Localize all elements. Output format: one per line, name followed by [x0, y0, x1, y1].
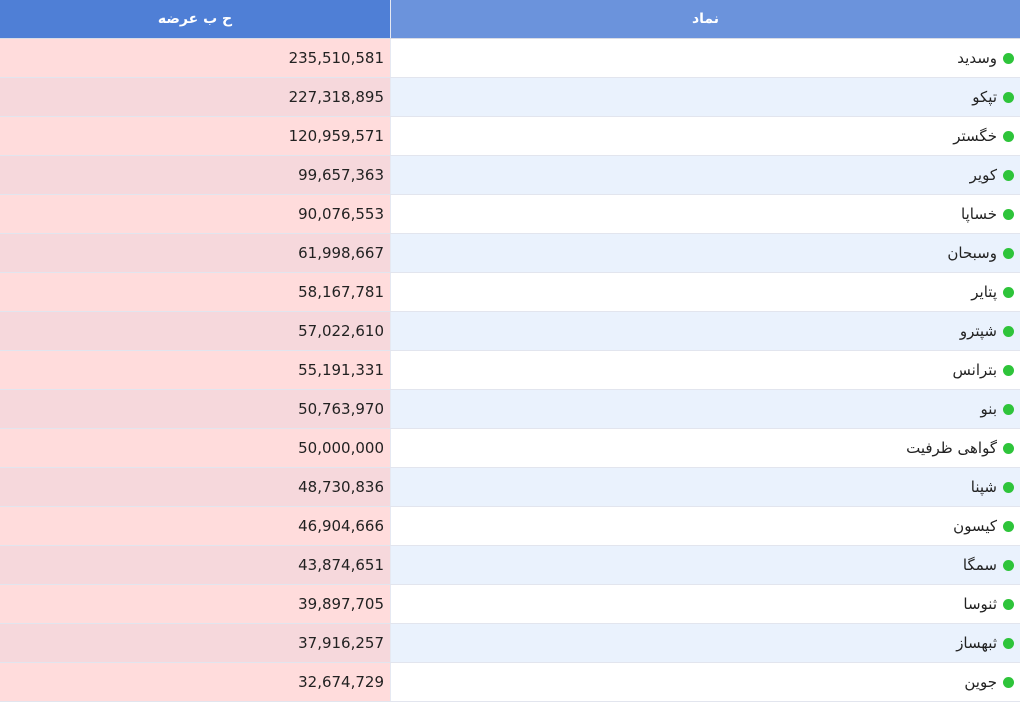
table-row[interactable]: 227,318,895 تپکو	[0, 78, 1020, 117]
table-row[interactable]: 50,763,970 بنو	[0, 390, 1020, 429]
status-dot-icon	[1003, 325, 1014, 337]
volume-cell: 90,076,553	[0, 195, 390, 233]
table-row[interactable]: 43,874,651 سمگا	[0, 546, 1020, 585]
volume-cell: 55,191,331	[0, 351, 390, 389]
table-row[interactable]: 61,998,667 وسبحان	[0, 234, 1020, 273]
status-dot-icon	[1003, 403, 1014, 415]
table-body: 235,510,581 وسدید 227,318,895 تپکو 120,959,5…	[0, 39, 1020, 702]
table-row[interactable]: 55,191,331 بترانس	[0, 351, 1020, 390]
column-header-volume[interactable]: ح ب عرضه	[0, 0, 390, 38]
volume-cell: 50,000,000	[0, 429, 390, 467]
column-header-symbol[interactable]: نماد	[390, 0, 1020, 38]
table-row[interactable]: 50,000,000 گواهی ظرفیت	[0, 429, 1020, 468]
table-header: ح ب عرضه نماد	[0, 0, 1020, 39]
volume-cell: 46,904,666	[0, 507, 390, 545]
table-row[interactable]: 46,904,666 کیسون	[0, 507, 1020, 546]
symbol-cell[interactable]: جوین	[390, 663, 1020, 701]
status-dot-icon	[1003, 247, 1014, 259]
symbol-cell[interactable]: بترانس	[390, 351, 1020, 389]
symbol-name[interactable]: ثنوسا	[963, 595, 997, 613]
table-row[interactable]: 99,657,363 کویر	[0, 156, 1020, 195]
symbol-name[interactable]: گواهی ظرفیت	[906, 439, 997, 457]
symbol-cell[interactable]: شپترو	[390, 312, 1020, 350]
symbol-name[interactable]: وسدید	[957, 49, 997, 67]
status-dot-icon	[1003, 364, 1014, 376]
table-row[interactable]: 57,022,610 شپترو	[0, 312, 1020, 351]
status-dot-icon	[1003, 91, 1014, 103]
table-row[interactable]: 58,167,781 پتایر	[0, 273, 1020, 312]
status-dot-icon	[1003, 169, 1014, 181]
symbol-name[interactable]: سمگا	[963, 556, 997, 574]
symbol-cell[interactable]: وسبحان	[390, 234, 1020, 272]
status-dot-icon	[1003, 637, 1014, 649]
table-row[interactable]: 32,674,729 جوین	[0, 663, 1020, 702]
symbol-name[interactable]: وسبحان	[947, 244, 997, 262]
symbol-cell[interactable]: خساپا	[390, 195, 1020, 233]
symbol-name[interactable]: ثبهساز	[956, 634, 997, 652]
volume-cell: 61,998,667	[0, 234, 390, 272]
volume-cell: 235,510,581	[0, 39, 390, 77]
symbol-name[interactable]: خساپا	[961, 205, 997, 223]
volume-cell: 50,763,970	[0, 390, 390, 428]
symbol-cell[interactable]: کیسون	[390, 507, 1020, 545]
symbol-cell[interactable]: بنو	[390, 390, 1020, 428]
symbol-cell[interactable]: کویر	[390, 156, 1020, 194]
volume-cell: 227,318,895	[0, 78, 390, 116]
symbol-name[interactable]: خگستر	[953, 127, 997, 145]
status-dot-icon	[1003, 559, 1014, 571]
symbol-cell[interactable]: شپنا	[390, 468, 1020, 506]
volume-cell: 32,674,729	[0, 663, 390, 701]
symbol-cell[interactable]: ثنوسا	[390, 585, 1020, 623]
volume-cell: 39,897,705	[0, 585, 390, 623]
status-dot-icon	[1003, 676, 1014, 688]
status-dot-icon	[1003, 208, 1014, 220]
symbol-name[interactable]: کیسون	[953, 517, 997, 535]
status-dot-icon	[1003, 520, 1014, 532]
volume-cell: 120,959,571	[0, 117, 390, 155]
symbol-name[interactable]: پتایر	[971, 283, 997, 301]
symbol-cell[interactable]: خگستر	[390, 117, 1020, 155]
volume-cell: 37,916,257	[0, 624, 390, 662]
table-row[interactable]: 48,730,836 شپنا	[0, 468, 1020, 507]
table-row[interactable]: 120,959,571 خگستر	[0, 117, 1020, 156]
volume-cell: 99,657,363	[0, 156, 390, 194]
symbol-cell[interactable]: تپکو	[390, 78, 1020, 116]
symbol-cell[interactable]: وسدید	[390, 39, 1020, 77]
symbol-name[interactable]: جوین	[964, 673, 997, 691]
symbol-cell[interactable]: ثبهساز	[390, 624, 1020, 662]
symbol-cell[interactable]: گواهی ظرفیت	[390, 429, 1020, 467]
volume-cell: 57,022,610	[0, 312, 390, 350]
table-row[interactable]: 39,897,705 ثنوسا	[0, 585, 1020, 624]
symbol-cell[interactable]: سمگا	[390, 546, 1020, 584]
symbol-name[interactable]: تپکو	[972, 88, 997, 106]
status-dot-icon	[1003, 481, 1014, 493]
market-table: ح ب عرضه نماد 235,510,581 وسدید 227,318,89…	[0, 0, 1020, 710]
status-dot-icon	[1003, 286, 1014, 298]
status-dot-icon	[1003, 130, 1014, 142]
table-row[interactable]: 235,510,581 وسدید	[0, 39, 1020, 78]
volume-cell: 43,874,651	[0, 546, 390, 584]
status-dot-icon	[1003, 52, 1014, 64]
table-row[interactable]: 37,916,257 ثبهساز	[0, 624, 1020, 663]
symbol-name[interactable]: شپنا	[971, 478, 997, 496]
status-dot-icon	[1003, 442, 1014, 454]
symbol-name[interactable]: کویر	[970, 166, 997, 184]
symbol-name[interactable]: بنو	[981, 400, 997, 418]
symbol-cell[interactable]: پتایر	[390, 273, 1020, 311]
table-row[interactable]: 90,076,553 خساپا	[0, 195, 1020, 234]
symbol-name[interactable]: شپترو	[960, 322, 997, 340]
symbol-name[interactable]: بترانس	[953, 361, 997, 379]
volume-cell: 58,167,781	[0, 273, 390, 311]
volume-cell: 48,730,836	[0, 468, 390, 506]
status-dot-icon	[1003, 598, 1014, 610]
